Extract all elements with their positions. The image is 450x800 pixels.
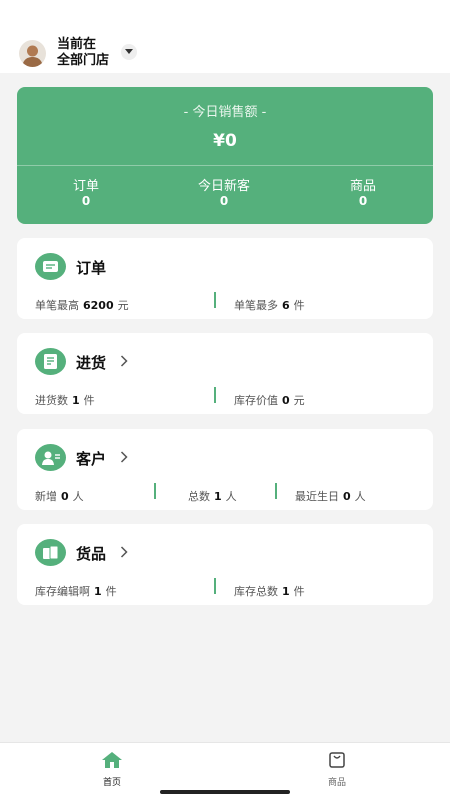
orders-right-label: 单笔最多 [234, 299, 278, 312]
avatar[interactable] [19, 40, 46, 67]
orders-left-label: 单笔最高 [35, 299, 79, 312]
orders-left-value: 6200 [83, 299, 114, 312]
orders-max-items: 单笔最多 6 件 [234, 297, 305, 313]
stat-orders[interactable]: 订单 0 [21, 179, 151, 209]
orders-card[interactable]: 订单 单笔最高 6200 元 单笔最多 6 件 [17, 238, 433, 319]
chevron-right-icon[interactable] [120, 355, 128, 367]
purchase-left-unit: 件 [83, 394, 95, 407]
divider [17, 165, 433, 166]
customers-c3-value: 0 [343, 490, 351, 503]
customers-c1-unit: 人 [72, 490, 84, 503]
orders-title: 订单 [76, 259, 107, 277]
goods-title: 货品 [76, 545, 107, 563]
home-indicator [160, 790, 290, 794]
chevron-right-icon[interactable] [120, 451, 128, 463]
purchase-left-label: 进货数 [35, 394, 68, 407]
purchase-count: 进货数 1 件 [35, 392, 95, 408]
stock-value: 库存价值 0 元 [234, 392, 305, 408]
today-sales-panel: - 今日销售额 - ¥0 订单 0 今日新客 0 商品 0 [17, 87, 433, 224]
divider [275, 483, 277, 499]
goods-left-unit: 件 [105, 585, 117, 598]
orders-left-unit: 元 [117, 299, 129, 312]
customers-new: 新增 0 人 [35, 488, 84, 504]
goods-right-unit: 件 [293, 585, 305, 598]
customers-c1-label: 新增 [35, 490, 57, 503]
divider [154, 483, 156, 499]
customer-icon [35, 444, 66, 471]
customers-title: 客户 [76, 450, 107, 468]
sales-amount: ¥0 [213, 131, 237, 151]
customers-c1-value: 0 [61, 490, 69, 503]
orders-right-value: 6 [282, 299, 290, 312]
orders-right-unit: 件 [293, 299, 305, 312]
goods-icon [35, 539, 66, 566]
stat-goods-label: 商品 [349, 179, 376, 194]
purchase-right-unit: 元 [293, 394, 305, 407]
goods-stock-edit: 库存编辑啊 1 件 [35, 583, 117, 599]
divider [214, 387, 216, 403]
tab-goods[interactable]: 商品 [307, 751, 367, 788]
stat-new-customers-value: 0 [219, 194, 229, 208]
orders-max-amount: 单笔最高 6200 元 [35, 297, 129, 313]
goods-right-label: 库存总数 [234, 585, 278, 598]
goods-right-value: 1 [282, 585, 290, 598]
chevron-down-icon[interactable] [121, 44, 137, 60]
customers-c2-value: 1 [214, 490, 222, 503]
customers-birthday: 最近生日 0 人 [295, 488, 366, 504]
purchase-icon [35, 348, 66, 375]
sales-label: - 今日销售额 - [183, 105, 267, 120]
home-icon [102, 752, 122, 768]
stat-orders-value: 0 [81, 194, 91, 208]
customers-total: 总数 1 人 [188, 488, 237, 504]
stat-goods-value: 0 [358, 194, 368, 208]
purchase-title: 进货 [76, 354, 107, 372]
store-line-1: 当前在 [57, 37, 97, 52]
stat-new-customers-label: 今日新客 [197, 179, 250, 194]
customers-c2-unit: 人 [225, 490, 237, 503]
store-selector-label[interactable]: 当前在 全部门店 [57, 37, 109, 69]
customers-c2-label: 总数 [188, 490, 210, 503]
bag-icon [329, 752, 345, 768]
stat-goods[interactable]: 商品 0 [298, 179, 428, 209]
tab-home-label: 首页 [102, 778, 121, 788]
store-line-2: 全部门店 [57, 53, 110, 68]
order-icon [35, 253, 66, 280]
goods-card[interactable]: 货品 库存编辑啊 1 件 库存总数 1 件 [17, 524, 433, 605]
goods-left-label: 库存编辑啊 [35, 585, 90, 598]
tab-home[interactable]: 首页 [82, 751, 142, 788]
divider [214, 292, 216, 308]
purchase-card[interactable]: 进货 进货数 1 件 库存价值 0 元 [17, 333, 433, 414]
stat-new-customers[interactable]: 今日新客 0 [159, 179, 289, 209]
goods-left-value: 1 [94, 585, 102, 598]
customers-c3-label: 最近生日 [295, 490, 339, 503]
goods-stock-total: 库存总数 1 件 [234, 583, 305, 599]
customers-card[interactable]: 客户 新增 0 人 总数 1 人 最近生日 0 人 [17, 429, 433, 510]
customers-c3-unit: 人 [354, 490, 366, 503]
purchase-right-value: 0 [282, 394, 290, 407]
top-header: 当前在 全部门店 [0, 0, 450, 73]
divider [214, 578, 216, 594]
purchase-left-value: 1 [72, 394, 80, 407]
chevron-right-icon[interactable] [120, 546, 128, 558]
stat-orders-label: 订单 [72, 179, 99, 194]
purchase-right-label: 库存价值 [234, 394, 278, 407]
tab-goods-label: 商品 [327, 778, 346, 788]
